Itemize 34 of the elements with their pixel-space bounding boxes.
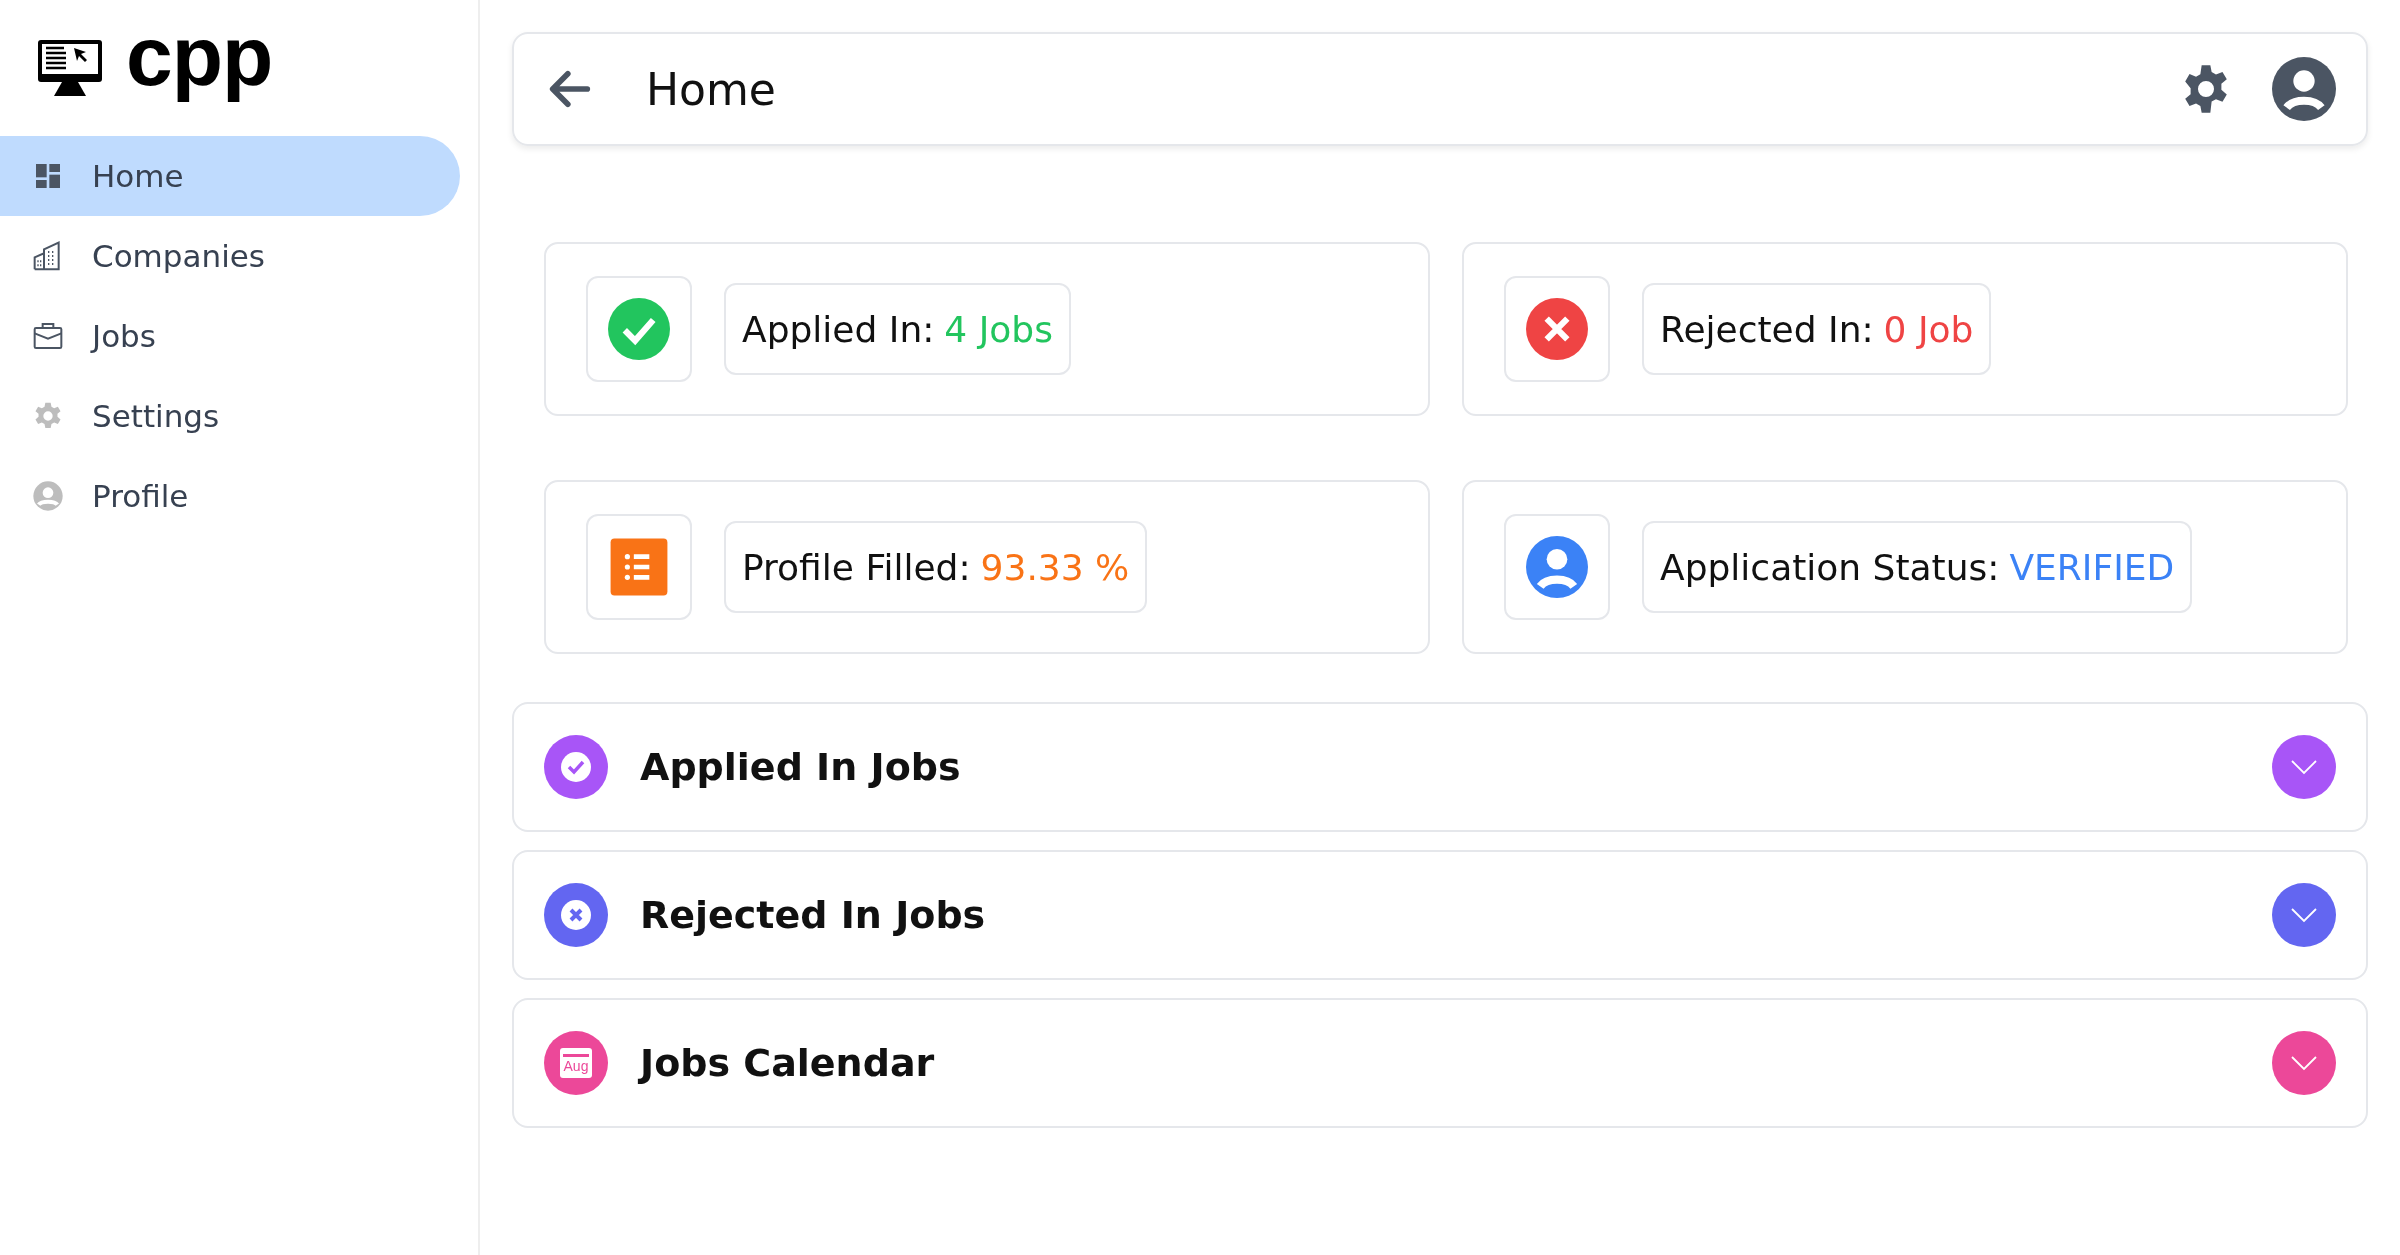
check-circle-icon bbox=[608, 298, 670, 360]
sidebar-item[interactable]: Settings bbox=[0, 376, 460, 456]
calendar-icon: Aug bbox=[544, 1031, 608, 1095]
stat-value: 0 Job bbox=[1883, 308, 1974, 350]
stat-label: Rejected In: bbox=[1660, 308, 1874, 350]
list-icon bbox=[608, 536, 670, 598]
accordion-header[interactable]: Rejected In Jobs bbox=[512, 850, 2368, 980]
profile-icon bbox=[32, 480, 64, 512]
stat-value: 93.33 % bbox=[980, 546, 1130, 588]
accordion-title: Rejected In Jobs bbox=[640, 893, 987, 937]
sidebar-item[interactable]: Companies bbox=[0, 216, 460, 296]
chevron-down-icon bbox=[2290, 907, 2318, 923]
accordion-title: Jobs Calendar bbox=[640, 1041, 936, 1085]
accordion-title: Applied In Jobs bbox=[640, 745, 962, 789]
accordion-header[interactable]: Aug Jobs Calendar bbox=[512, 998, 2368, 1128]
accordion-header[interactable]: Applied In Jobs bbox=[512, 702, 2368, 832]
stat-label: Application Status: bbox=[1660, 546, 2000, 588]
check-circle-icon bbox=[544, 735, 608, 799]
sidebar-item[interactable]: Jobs bbox=[0, 296, 460, 376]
sidebar-item[interactable]: Profile bbox=[0, 456, 460, 536]
cross-circle-icon bbox=[1526, 298, 1588, 360]
cross-circle-icon bbox=[544, 883, 608, 947]
briefcase-icon bbox=[32, 320, 64, 352]
account-icon[interactable] bbox=[2272, 57, 2336, 121]
page-title: Home bbox=[646, 63, 777, 115]
chevron-down-icon bbox=[2290, 1055, 2318, 1071]
stat-value: 4 Jobs bbox=[944, 308, 1053, 350]
user-circle-icon bbox=[1526, 536, 1588, 598]
chevron-down-icon bbox=[2290, 759, 2318, 775]
sidebar-item[interactable]: Home bbox=[0, 136, 460, 216]
stat-label: Profile Filled: bbox=[742, 546, 971, 588]
stat-label: Applied In: bbox=[742, 308, 935, 350]
monitor-logo-icon bbox=[36, 38, 104, 98]
stat-value: VERIFIED bbox=[2009, 546, 2175, 588]
